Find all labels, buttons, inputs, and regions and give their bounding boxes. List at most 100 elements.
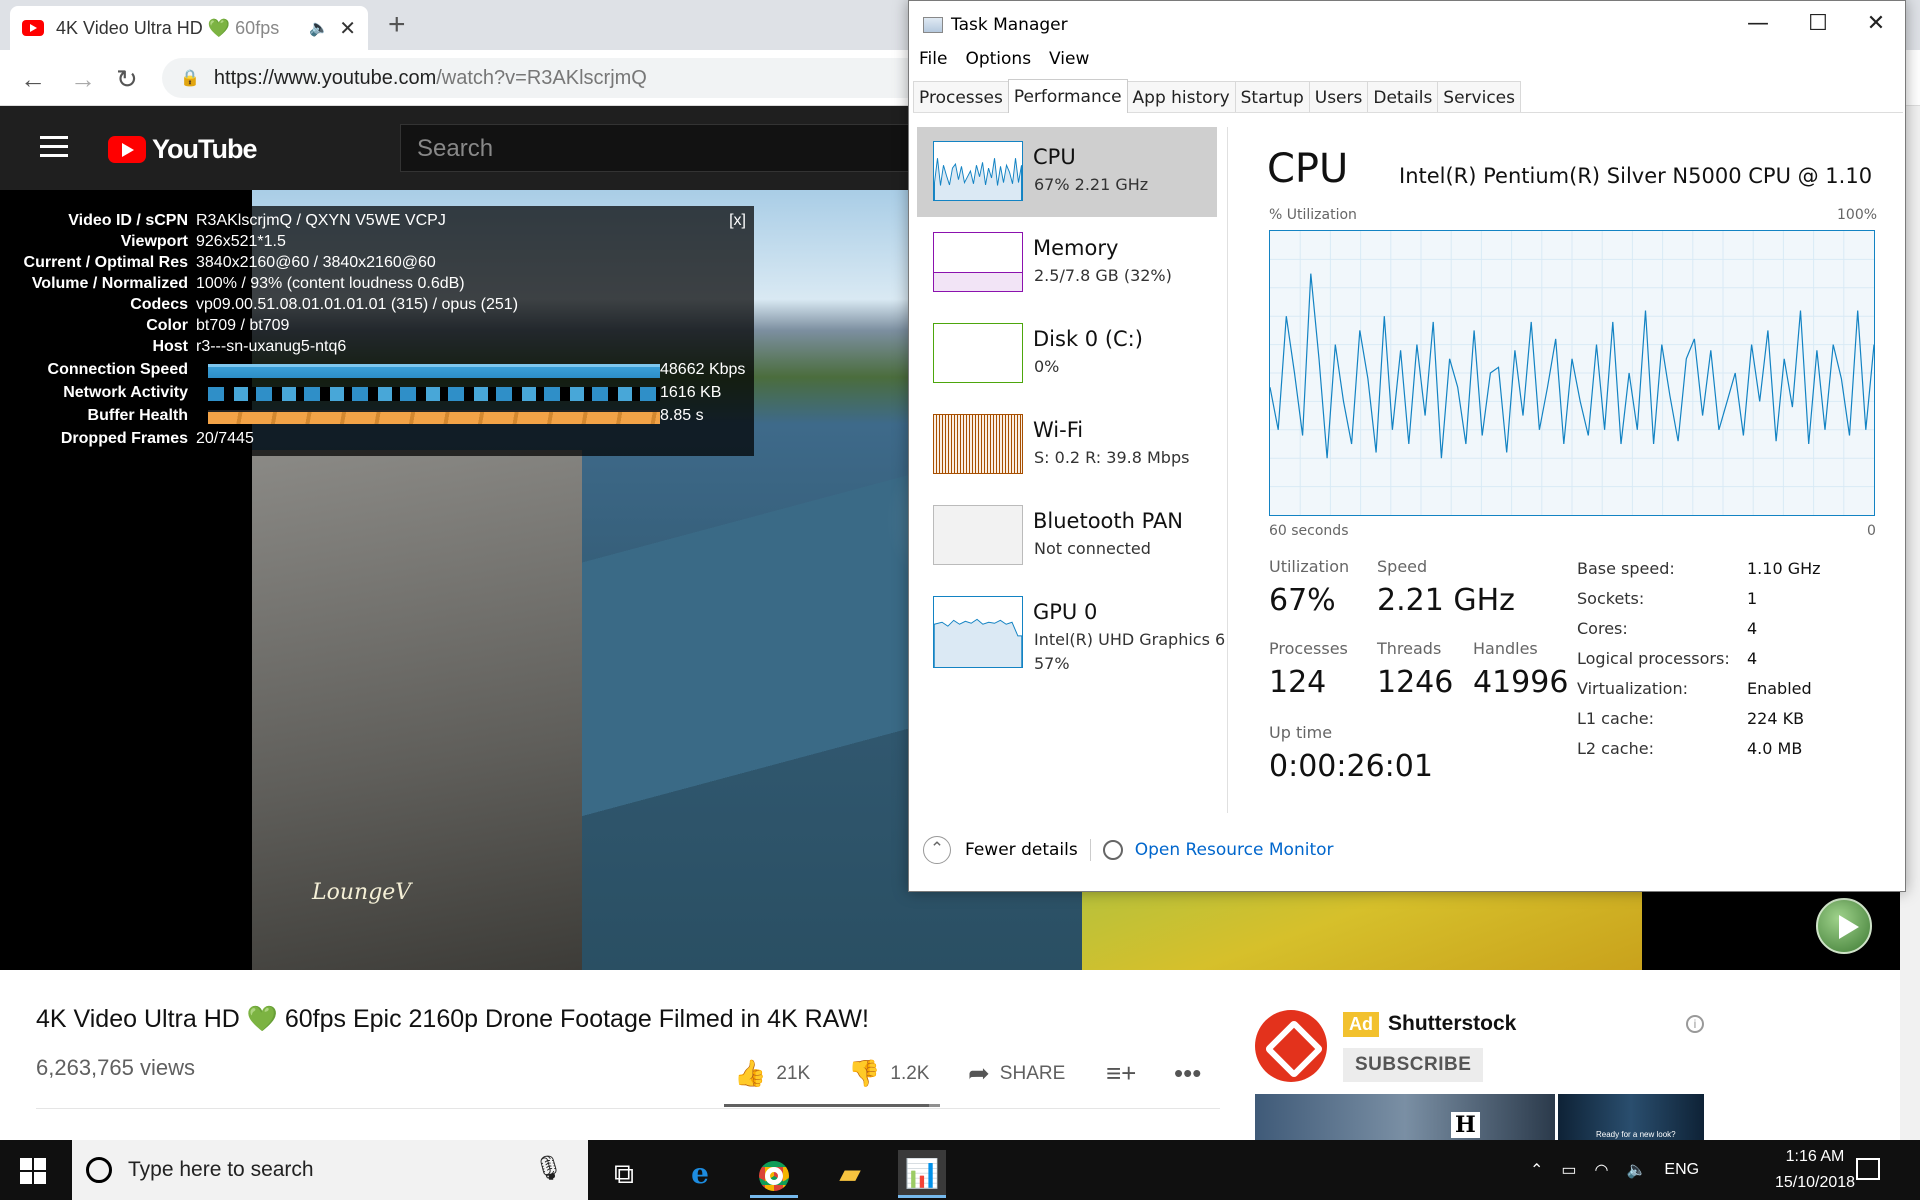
sidebar-item-wifi[interactable]: Wi-Fi S: 0.2 R: 39.8 Mbps [917,400,1223,490]
speed-label: Speed [1377,557,1428,576]
menu-bar: File Options View [909,49,1107,79]
fewer-details-button[interactable]: Fewer details [965,840,1078,860]
sidebar-divider [1227,127,1228,813]
task-view-icon[interactable]: ⧉ [600,1150,648,1198]
youtube-logo[interactable]: YouTube [108,134,257,165]
buffer-health-graph [208,410,660,424]
tab-services[interactable]: Services [1437,81,1521,112]
chrome-icon[interactable] [750,1150,798,1198]
gpu-mini-graph [933,596,1023,668]
memory-mini-graph [933,232,1023,292]
sidebar-item-cpu[interactable]: CPU 67% 2.21 GHz [917,127,1217,217]
url-host: https://www.youtube.com [213,66,437,89]
browser-tab[interactable]: 4K Video Ultra HD 💚 60fps 🔈 ✕ [10,6,368,50]
tab-users[interactable]: Users [1308,81,1369,112]
river-bank-left [252,450,582,970]
spec-label: Cores: [1577,619,1628,638]
youtube-favicon-icon [22,20,44,36]
cpu-utilization-graph [1269,230,1875,516]
file-explorer-icon[interactable]: ▰ [826,1150,874,1198]
back-icon[interactable]: ← [20,64,46,95]
like-button[interactable]: 👍 21K [734,1058,810,1089]
menu-view[interactable]: View [1049,49,1089,79]
uptime-label: Up time [1269,723,1333,742]
divider [36,1108,1220,1109]
graph-time-label: 60 seconds [1269,523,1349,539]
handles-value: 41996 [1473,665,1569,700]
chevron-up-icon[interactable]: ⌃ [1530,1160,1543,1180]
forward-icon[interactable]: → [70,64,96,95]
spec-label: L1 cache: [1577,709,1654,728]
stats-row: Codecs vp09.00.51.08.01.01.01.01 (315) / … [130,296,519,313]
more-actions-button[interactable]: ••• [1174,1058,1211,1089]
open-resource-monitor-link[interactable]: Open Resource Monitor [1135,840,1334,860]
tab-startup[interactable]: Startup [1234,81,1310,112]
disk-mini-graph [933,323,1023,383]
new-tab-button[interactable]: + [388,8,406,42]
tab-details[interactable]: Details [1367,81,1439,112]
minimize-button[interactable]: — [1735,11,1781,36]
menu-options[interactable]: Options [965,49,1031,79]
youtube-play-icon [108,136,146,163]
subscribe-button[interactable]: SUBSCRIBE [1343,1048,1484,1082]
maximize-button[interactable]: ☐ [1795,11,1841,36]
graph-time-end: 0 [1867,523,1876,539]
processes-value: 124 [1269,665,1327,700]
sidebar-item-gpu[interactable]: GPU 0 Intel(R) UHD Graphics 6 57% [917,582,1225,682]
sidebar-item-memory[interactable]: Memory 2.5/7.8 GB (32%) [917,218,1223,308]
stats-row: Dropped Frames 20/7445 [60,430,254,447]
ad-thumbnail[interactable]: H [1255,1094,1555,1140]
tab-app-history[interactable]: App history [1126,81,1236,112]
resource-monitor-icon [1102,840,1123,860]
spec-value: Enabled [1747,679,1812,698]
spec-value: 1 [1747,589,1758,608]
playlist-add-icon: ≡+ [1106,1058,1137,1088]
close-button[interactable]: ✕ [1853,11,1899,36]
menu-file[interactable]: File [919,49,947,79]
sidebar-item-disk[interactable]: Disk 0 (C:) 0% [917,309,1223,399]
threads-value: 1246 [1377,665,1454,700]
speaker-icon[interactable]: 🔈 [309,18,329,38]
video-title: 4K Video Ultra HD 💚 60fps Epic 2160p Dro… [36,1005,869,1033]
edge-icon[interactable]: e [676,1150,724,1198]
cpu-mini-graph [933,141,1023,201]
utilization-value: 67% [1269,583,1336,618]
tab-processes[interactable]: Processes [913,81,1009,112]
spec-value: 224 KB [1747,709,1805,728]
utilization-label: Utilization [1269,557,1350,576]
tab-performance[interactable]: Performance [1007,79,1128,113]
dislike-button[interactable]: 👎 1.2K [848,1058,929,1089]
uptime-value: 0:00:26:01 [1269,749,1433,784]
add-to-playlist-button[interactable]: ≡+ [1106,1058,1146,1089]
spec-value: 4.0 MB [1747,739,1803,758]
shutterstock-logo[interactable] [1255,1010,1327,1082]
windows-start-icon[interactable] [20,1158,46,1184]
thumbs-down-icon: 👎 [848,1058,881,1088]
battery-icon[interactable]: ▭ [1561,1160,1576,1180]
reload-icon[interactable]: ↻ [116,64,138,95]
volume-icon[interactable]: 🔈 [1627,1160,1647,1180]
bluetooth-mini-graph [933,505,1023,565]
language-indicator[interactable]: ENG [1664,1161,1699,1179]
taskbar-search-input[interactable]: Type here to search 🎙 [72,1140,588,1200]
stats-value: 8.85 s [660,407,704,424]
like-ratio-bar [724,1104,940,1107]
share-button[interactable]: ➦ SHARE [968,1058,1065,1089]
info-icon[interactable]: i [1686,1015,1704,1033]
task-manager-taskbar-icon[interactable]: 📊 [898,1150,946,1198]
cpu-heading: CPU [1267,146,1349,192]
wifi-icon[interactable]: ◠ [1595,1160,1609,1180]
spec-label: Virtualization: [1577,679,1688,698]
ad-thumbnail[interactable]: Ready for a new look? [1558,1094,1704,1140]
advertiser-name[interactable]: Shutterstock [1388,1012,1516,1036]
youtube-search-input[interactable]: Search [400,124,920,172]
close-tab-icon[interactable]: ✕ [339,16,356,41]
tab-title: 4K Video Ultra HD 💚 60fps [56,17,280,38]
action-center-icon[interactable] [1856,1158,1880,1180]
sidebar-item-bluetooth[interactable]: Bluetooth PAN Not connected [917,491,1223,581]
next-video-button[interactable] [1816,898,1872,954]
chevron-up-icon[interactable]: ⌃ [923,836,951,864]
menu-icon[interactable] [40,136,68,163]
microphone-icon[interactable]: 🎙 [534,1154,564,1183]
share-icon: ➦ [968,1058,990,1088]
